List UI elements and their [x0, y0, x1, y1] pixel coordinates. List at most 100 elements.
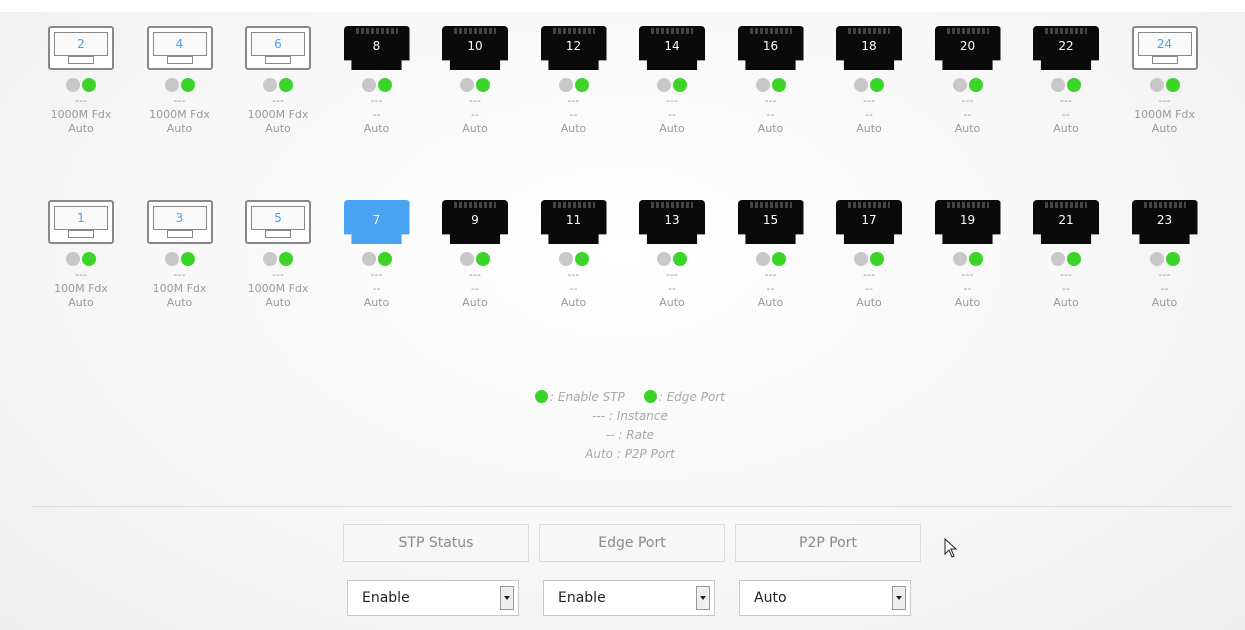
stp-led-icon: [1149, 78, 1164, 92]
edge-led-icon: [1067, 78, 1081, 92]
ethernet-port-icon[interactable]: 19: [934, 200, 1001, 244]
port-speed: --: [471, 108, 479, 121]
sfp-port-icon[interactable]: 2: [48, 26, 114, 70]
port-info: --- -- Auto: [1152, 268, 1178, 310]
port-p2p: Auto: [659, 296, 685, 309]
edge-led-icon: [279, 78, 293, 92]
chevron-down-icon[interactable]: [892, 586, 906, 610]
port-leds: [1051, 78, 1081, 92]
edge-led-icon: [377, 252, 392, 266]
port-instance: ---: [75, 94, 87, 107]
ethernet-port-icon[interactable]: 7: [343, 200, 410, 244]
sfp-port-icon[interactable]: 5: [245, 200, 311, 244]
port-info: --- -- Auto: [462, 94, 488, 136]
port-info: --- 1000M Fdx Auto: [248, 94, 309, 136]
ethernet-pins: [454, 28, 496, 34]
port-leds: [657, 252, 687, 266]
sfp-port-icon[interactable]: 1: [48, 200, 114, 244]
port-number: 4: [175, 37, 184, 51]
port-number: 10: [467, 39, 483, 53]
port-info: --- -- Auto: [561, 94, 587, 136]
port-instance: ---: [1158, 94, 1171, 107]
ethernet-port-icon[interactable]: 13: [639, 200, 705, 244]
ethernet-port-icon[interactable]: 23: [1131, 200, 1198, 244]
legend-edge-port: : Edge Port: [658, 390, 725, 404]
port-instance: ---: [863, 268, 875, 281]
edge-led-icon: [870, 78, 884, 92]
ethernet-port-icon[interactable]: 21: [1033, 200, 1099, 244]
sfp-port-slot: [265, 56, 291, 64]
port-19: 19 --- -- Auto: [919, 186, 1017, 326]
port-24: 24 --- 1000M Fdx Auto: [1116, 12, 1214, 152]
port-leds: [854, 78, 884, 92]
ethernet-port-icon[interactable]: 14: [639, 26, 705, 70]
port-instance: ---: [764, 94, 777, 107]
ethernet-port-icon[interactable]: 12: [540, 26, 607, 70]
ethernet-port-icon[interactable]: 15: [737, 200, 804, 244]
ethernet-port-icon[interactable]: 17: [836, 200, 902, 244]
enable-stp-dot-icon: [535, 390, 549, 403]
port-leds: [1149, 252, 1180, 266]
port-speed: --: [668, 108, 676, 121]
sfp-port-icon[interactable]: 4: [146, 26, 213, 70]
sfp-port-slot: [68, 56, 94, 64]
port-instance: ---: [272, 94, 284, 107]
ethernet-port-icon[interactable]: 22: [1033, 26, 1099, 70]
port-number: 16: [762, 39, 779, 53]
ethernet-pins: [1143, 202, 1186, 208]
port-info: --- 1000M Fdx Auto: [149, 94, 210, 136]
port-speed: 1000M Fdx: [1134, 108, 1195, 121]
port-instance: ---: [666, 268, 678, 281]
port-p2p: Auto: [560, 296, 587, 309]
port-speed: --: [1062, 282, 1070, 295]
port-info: --- -- Auto: [758, 94, 784, 136]
ethernet-port-icon[interactable]: 16: [737, 26, 804, 70]
port-number: 22: [1058, 39, 1074, 53]
ethernet-port-icon[interactable]: 18: [836, 26, 902, 70]
port-number: 8: [372, 39, 381, 53]
chevron-down-icon[interactable]: [696, 586, 710, 610]
port-number: 21: [1058, 213, 1074, 227]
stp-led-icon: [361, 252, 376, 266]
ethernet-pins: [651, 28, 693, 34]
port-number: 13: [664, 213, 680, 227]
port-17: 17 --- -- Auto: [820, 186, 918, 326]
port-speed: 1000M Fdx: [247, 282, 309, 295]
sfp-port-icon[interactable]: 6: [245, 26, 311, 70]
ethernet-port-icon[interactable]: 11: [540, 200, 607, 244]
port-speed: --: [766, 282, 775, 295]
port-leds: [755, 252, 786, 266]
stp-led-icon: [755, 252, 770, 266]
port-instance: ---: [370, 94, 383, 107]
ethernet-port-icon[interactable]: 20: [934, 26, 1001, 70]
port-number: 3: [175, 211, 184, 225]
p2p-port-select[interactable]: Auto: [739, 580, 911, 616]
port-leds: [361, 78, 392, 92]
sfp-port-icon[interactable]: 3: [146, 200, 213, 244]
port-leds: [263, 252, 293, 266]
edge-port-select[interactable]: Enable: [543, 580, 715, 616]
port-speed: --: [668, 282, 676, 295]
stp-status-select[interactable]: Enable: [347, 580, 519, 616]
edge-port-dot-icon: [643, 390, 657, 403]
port-number: 5: [274, 211, 282, 225]
port-leds: [460, 252, 490, 266]
port-p2p: Auto: [462, 122, 488, 135]
sfp-port-icon[interactable]: 24: [1131, 26, 1198, 70]
ethernet-port-icon[interactable]: 10: [442, 26, 508, 70]
chevron-down-icon[interactable]: [500, 586, 514, 610]
p2p-port-header: P2P Port: [735, 524, 921, 562]
port-info: --- 1000M Fdx Auto: [1134, 94, 1195, 136]
stp-led-icon: [854, 78, 868, 92]
port-speed: --: [865, 108, 873, 121]
port-leds: [952, 252, 983, 266]
ethernet-port-icon[interactable]: 8: [343, 26, 410, 70]
edge-led-icon: [279, 252, 293, 266]
ethernet-port-icon[interactable]: 9: [442, 200, 508, 244]
edge-led-icon: [180, 252, 195, 266]
port-speed: 1000M Fdx: [247, 108, 309, 121]
port-instance: ---: [567, 268, 580, 281]
port-leds: [1149, 78, 1180, 92]
stp-led-icon: [952, 78, 967, 92]
port-speed: --: [1160, 282, 1169, 295]
